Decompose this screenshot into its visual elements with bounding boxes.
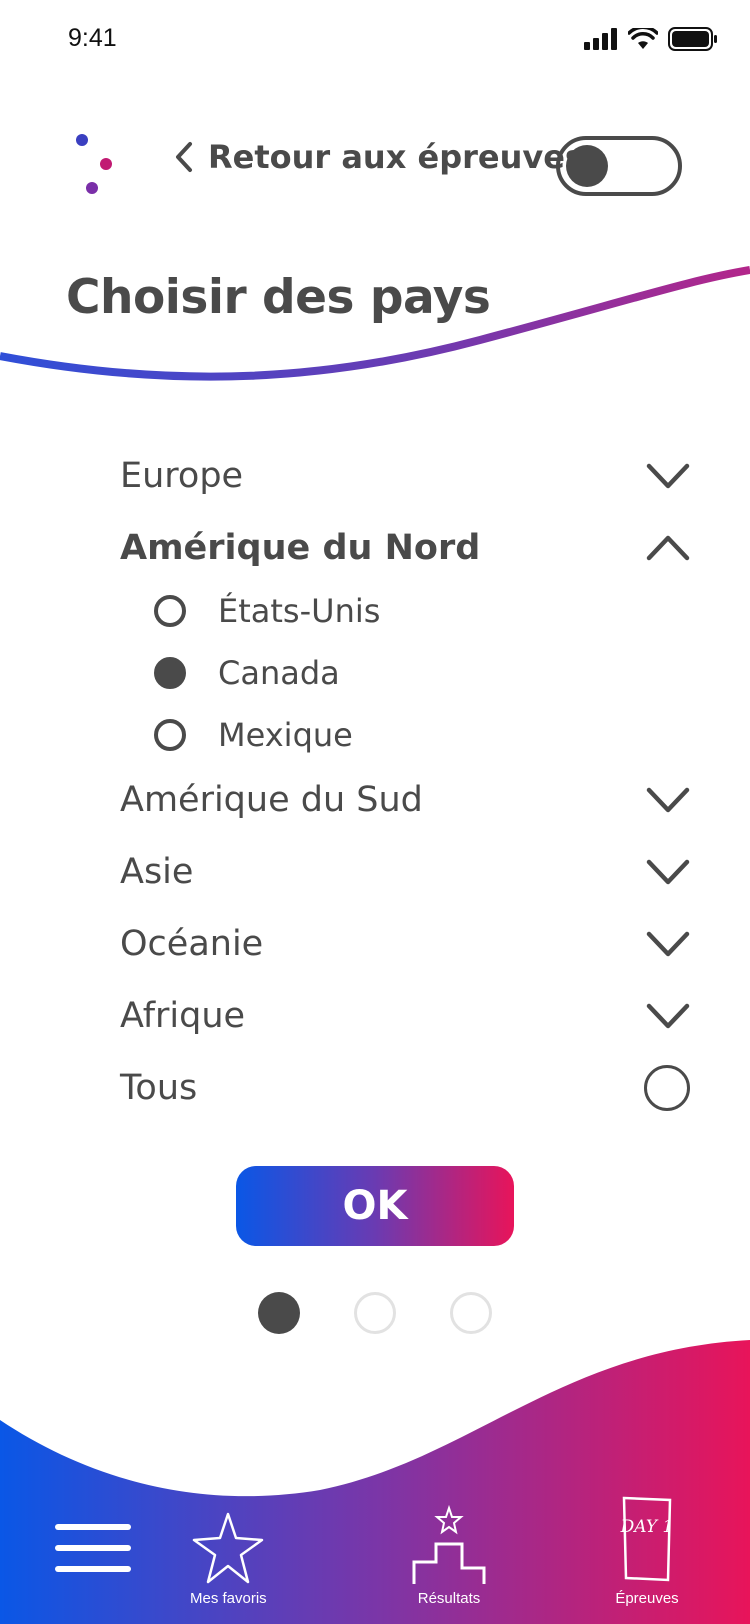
region-africa[interactable]: Afrique [120, 988, 690, 1044]
all-countries-option[interactable]: Tous [120, 1060, 690, 1116]
radio-button[interactable] [154, 719, 186, 751]
chevron-left-icon [176, 142, 192, 172]
chevron-down-icon [646, 787, 690, 813]
back-to-events-link[interactable]: Retour aux épreuves [174, 138, 584, 176]
country-label: Canada [218, 654, 340, 692]
region-oceania[interactable]: Océanie [120, 916, 690, 972]
chevron-up-icon [646, 535, 690, 561]
nav-events-label: Épreuves [615, 1590, 679, 1607]
nav-results[interactable]: Résultats [404, 1504, 494, 1607]
toggle-switch[interactable] [556, 136, 682, 196]
region-asia[interactable]: Asie [120, 844, 690, 900]
cellular-signal-icon [584, 28, 617, 50]
page-dot[interactable] [354, 1292, 396, 1334]
all-option-label: Tous [120, 1068, 198, 1108]
filter-icon[interactable] [64, 132, 126, 196]
country-label: États-Unis [218, 592, 381, 630]
ok-button[interactable]: OK [236, 1166, 514, 1246]
region-europe[interactable]: Europe [120, 448, 690, 504]
page-dot[interactable] [450, 1292, 492, 1334]
radio-button-selected[interactable] [154, 657, 186, 689]
status-icons [584, 26, 718, 52]
region-label: Océanie [120, 924, 264, 964]
region-north-america[interactable]: Amérique du Nord [120, 520, 690, 576]
page-dot-active[interactable] [258, 1292, 300, 1334]
toggle-knob [566, 145, 608, 187]
radio-button[interactable] [154, 595, 186, 627]
star-icon [193, 1512, 264, 1584]
region-label: Afrique [120, 996, 246, 1036]
nav-favorites-label: Mes favoris [190, 1590, 267, 1607]
status-time: 9:41 [68, 24, 117, 52]
podium-icon [412, 1504, 486, 1584]
chevron-down-icon [646, 1003, 690, 1029]
region-south-america[interactable]: Amérique du Sud [120, 772, 690, 828]
nav-results-label: Résultats [417, 1590, 481, 1607]
calendar-day-icon: DAY 1 [620, 1496, 674, 1582]
wifi-icon [628, 28, 658, 49]
battery-icon [668, 27, 717, 51]
back-label: Retour aux épreuves [208, 138, 584, 176]
country-option-mexico[interactable]: Mexique [154, 712, 353, 758]
calendar-day-text: DAY 1 [620, 1517, 674, 1537]
country-label: Mexique [218, 716, 353, 754]
region-label: Asie [120, 852, 194, 892]
country-option-canada[interactable]: Canada [154, 650, 340, 696]
ok-label: OK [342, 1183, 408, 1229]
chevron-down-icon [646, 931, 690, 957]
region-label: Amérique du Sud [120, 780, 423, 820]
chevron-down-icon [646, 463, 690, 489]
header-wave [0, 266, 750, 381]
nav-favorites[interactable]: Mes favoris [190, 1510, 267, 1607]
hamburger-menu-icon[interactable] [54, 1522, 132, 1574]
chevron-down-icon [646, 859, 690, 885]
region-label: Europe [120, 456, 244, 496]
all-radio-button[interactable] [644, 1065, 690, 1111]
nav-events[interactable]: DAY 1 Épreuves [612, 1494, 682, 1607]
region-label: Amérique du Nord [120, 528, 481, 568]
country-option-usa[interactable]: États-Unis [154, 588, 380, 634]
